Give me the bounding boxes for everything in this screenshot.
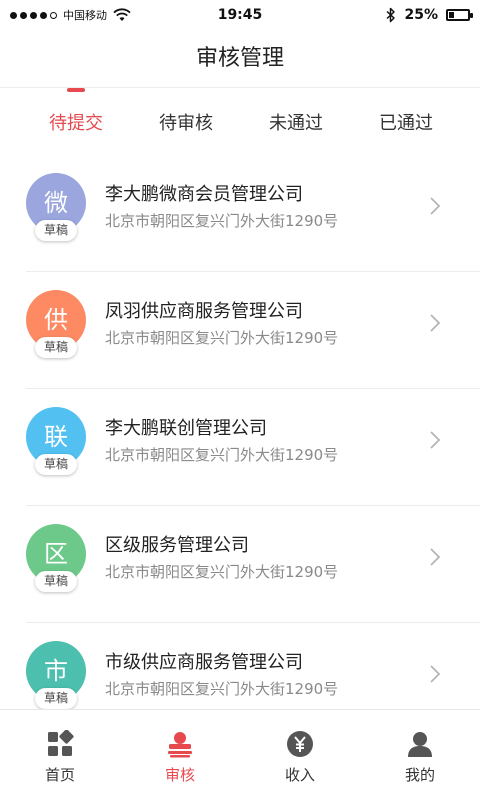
company-name: 市级供应商服务管理公司 [105,652,303,673]
list-item[interactable]: 微草稿 李大鹏微商会员管理公司 北京市朝阳区复兴门外大街1290号 [0,155,480,272]
status-badge: 草稿 [35,454,77,475]
company-name: 李大鹏联创管理公司 [105,418,267,439]
status-badge: 草稿 [35,220,77,241]
status-badge: 草稿 [35,688,77,709]
bluetooth-icon [386,7,396,23]
wifi-icon [113,8,131,21]
company-name: 李大鹏微商会员管理公司 [105,184,303,205]
tab-0[interactable]: 待提交 [16,89,136,155]
tabbar-label: 审核 [164,766,195,784]
status-badge: 草稿 [35,337,77,358]
tab-label: 待审核 [159,113,213,134]
tabbar-item-3[interactable]: 我的 [360,710,480,800]
signal-strength-icon [10,11,57,19]
company-list: 微草稿 李大鹏微商会员管理公司 北京市朝阳区复兴门外大街1290号供草稿 凤羽供应商服… [0,155,480,709]
tab-active-indicator [67,88,85,92]
list-item[interactable]: 联草稿 李大鹏联创管理公司 北京市朝阳区复兴门外大街1290号 [0,389,480,506]
chevron-right-icon [430,197,441,215]
tabbar-item-1[interactable]: 审核 [120,710,240,800]
tab-label: 已通过 [379,113,433,134]
list-item[interactable]: 供草稿 凤羽供应商服务管理公司 北京市朝阳区复兴门外大街1290号 [0,272,480,389]
company-address: 北京市朝阳区复兴门外大街1290号 [105,446,339,464]
user-icon [406,730,434,758]
chevron-right-icon [430,548,441,566]
status-bar: 中国移动 19:45 25% [0,0,480,30]
tabbar-item-2[interactable]: 收入 [240,710,360,800]
tab-label: 待提交 [49,113,103,134]
bottom-tab-bar: 首页 审核 收入 我的 [0,709,480,800]
carrier-name: 中国移动 [63,9,107,22]
tabbar-label: 首页 [44,766,75,784]
tabbar-label: 收入 [284,766,315,784]
status-left: 中国移动 [10,0,131,30]
battery-percent: 25% [404,7,438,23]
tab-1[interactable]: 待审核 [126,89,246,155]
company-address: 北京市朝阳区复兴门外大街1290号 [105,329,339,347]
chevron-right-icon [430,665,441,683]
chevron-right-icon [430,431,441,449]
home-grid-icon [46,729,74,758]
tabbar-label: 我的 [404,766,435,784]
battery-icon [446,9,473,21]
status-tabs: 待提交 待审核 未通过 已通过 [0,88,480,155]
status-right: 25% [386,0,473,30]
company-address: 北京市朝阳区复兴门外大街1290号 [105,212,339,230]
review-stamp-icon [166,730,194,758]
company-name: 区级服务管理公司 [105,535,249,556]
yen-coin-icon [286,730,314,758]
tabbar-item-0[interactable]: 首页 [0,710,120,800]
tab-3[interactable]: 已通过 [346,89,466,155]
tab-label: 未通过 [269,113,323,134]
company-address: 北京市朝阳区复兴门外大街1290号 [105,680,339,698]
company-address: 北京市朝阳区复兴门外大街1290号 [105,563,339,581]
chevron-right-icon [430,314,441,332]
list-item[interactable]: 区草稿 区级服务管理公司 北京市朝阳区复兴门外大街1290号 [0,506,480,623]
company-name: 凤羽供应商服务管理公司 [105,301,303,322]
page-title: 审核管理 [0,30,480,88]
tab-2[interactable]: 未通过 [236,89,356,155]
status-badge: 草稿 [35,571,77,592]
list-item[interactable]: 市草稿 市级供应商服务管理公司 北京市朝阳区复兴门外大街1290号 [0,623,480,709]
